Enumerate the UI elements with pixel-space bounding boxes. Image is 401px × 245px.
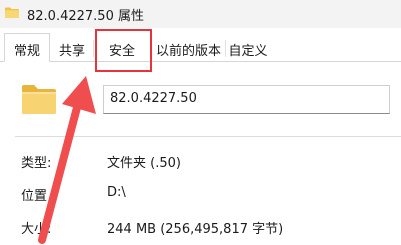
tab-customize[interactable]: 自定义 [228, 36, 268, 61]
size-value: 244 MB (256,495,817 字节) [107, 222, 284, 237]
location-label: 位置 [21, 189, 48, 204]
tab-strip: 常规 共享 安全 以前的版本 自定义 [0, 33, 401, 62]
tab-divider [225, 40, 226, 57]
size-label: 大小: [21, 222, 52, 237]
security-tab-highlight [95, 29, 152, 72]
section-divider [15, 136, 401, 137]
tab-label: 常规 [13, 44, 40, 59]
tab-sharing[interactable]: 共享 [54, 36, 90, 61]
window-title: 82.0.4227.50 属性 [27, 9, 144, 24]
folder-name-input[interactable]: 82.0.4227.50 [103, 85, 390, 114]
type-value: 文件夹 (.50) [107, 156, 181, 171]
tab-label: 共享 [58, 44, 85, 59]
tab-label: 以前的版本 [155, 44, 221, 59]
tab-label: 自定义 [228, 44, 268, 59]
location-value: D:\ [107, 185, 126, 200]
tab-divider [93, 40, 94, 57]
tab-previous-versions[interactable]: 以前的版本 [154, 36, 223, 61]
tab-general[interactable]: 常规 [4, 33, 50, 62]
title-bar: 82.0.4227.50 属性 [0, 0, 401, 28]
folder-icon [5, 7, 19, 18]
folder-icon [22, 85, 56, 114]
type-label: 类型: [21, 156, 52, 171]
